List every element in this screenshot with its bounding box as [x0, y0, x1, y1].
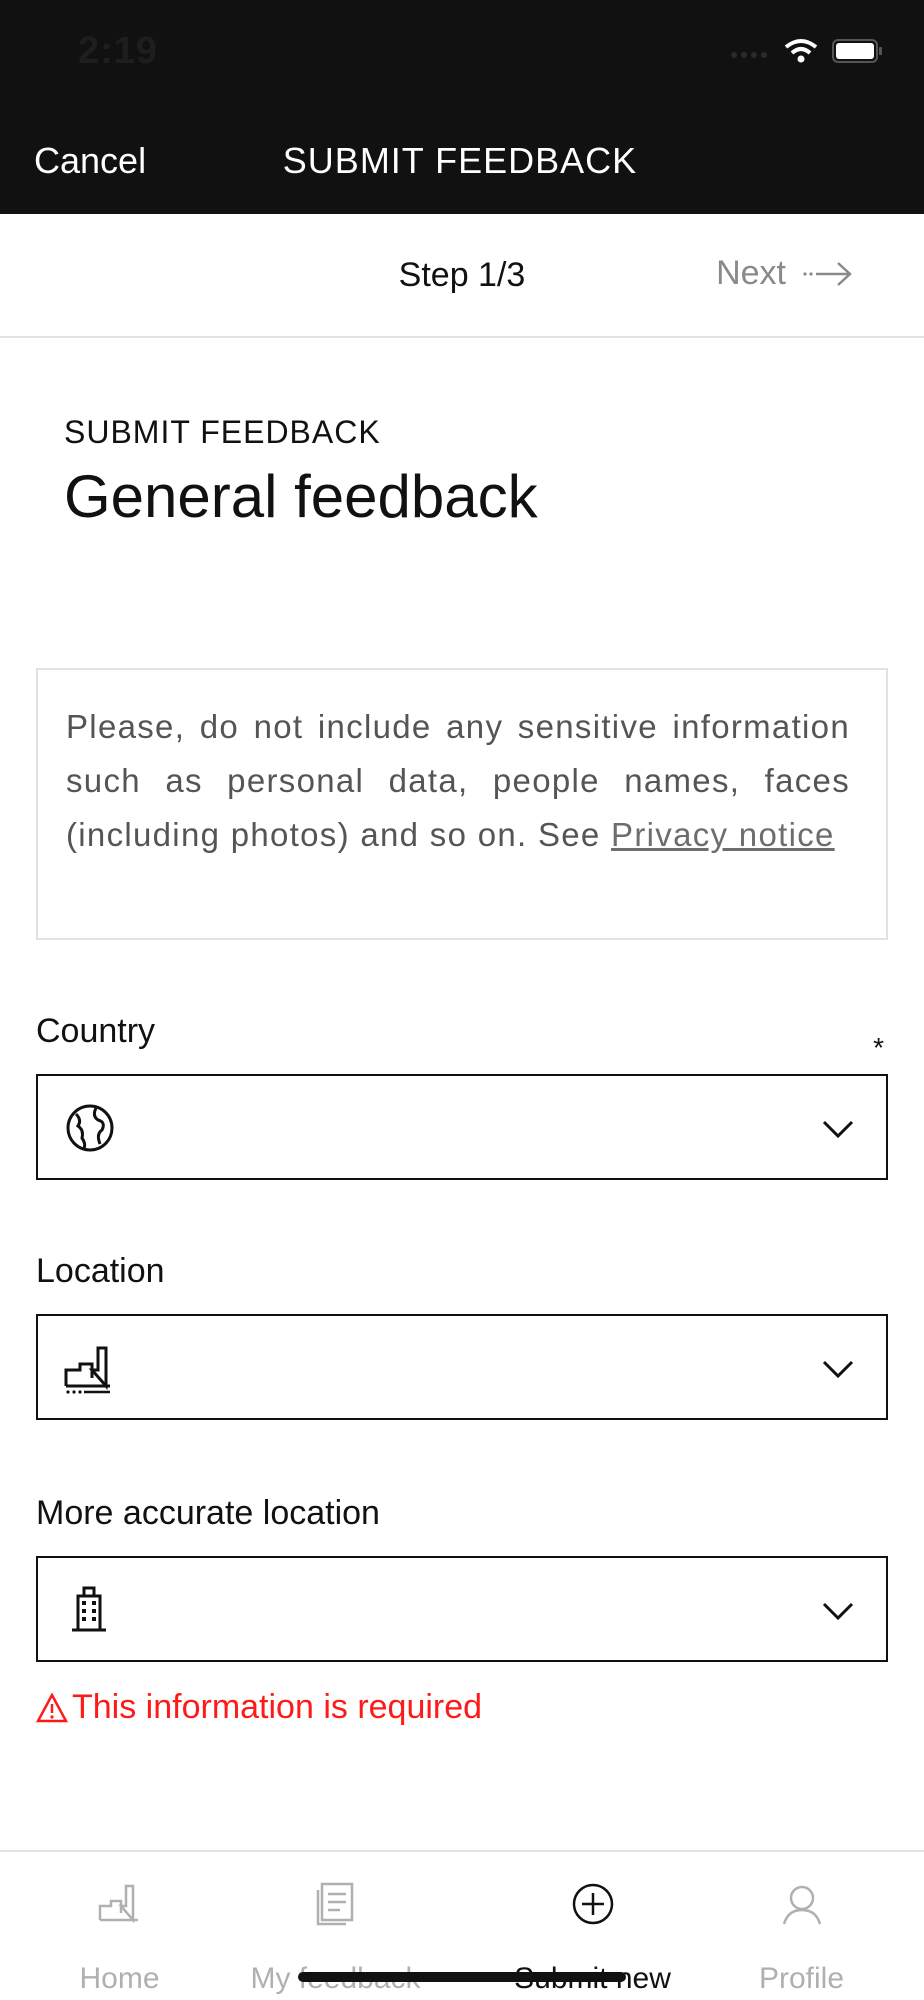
chevron-down-icon [822, 1602, 854, 1621]
status-time: 2:19 [78, 30, 159, 72]
warning-icon [36, 1692, 68, 1722]
building-icon [72, 1586, 106, 1632]
accurate-location-select[interactable] [36, 1556, 888, 1662]
document-icon [316, 1882, 353, 1926]
accurate-location-label: More accurate location [36, 1494, 380, 1532]
factory-icon [64, 1346, 110, 1394]
nav-bar: Cancel SUBMIT FEEDBACK [0, 110, 924, 214]
tab-profile-label: Profile [758, 1962, 845, 1995]
country-label: Country [36, 1012, 156, 1050]
notice-text-container: Please, do not include any sensitive inf… [66, 700, 850, 862]
error-text: This information is required [72, 1688, 483, 1726]
country-select[interactable] [36, 1074, 888, 1180]
step-bar: Step 1/3 Next [0, 214, 924, 338]
location-select[interactable] [36, 1314, 888, 1420]
tab-home-label: Home [79, 1962, 160, 1995]
globe-icon [66, 1104, 114, 1152]
factory-icon [98, 1884, 138, 1924]
next-button[interactable]: Next [716, 254, 854, 293]
page-title: General feedback [64, 463, 538, 530]
user-icon [782, 1885, 821, 1925]
chevron-down-icon [822, 1360, 854, 1379]
chevron-down-icon [822, 1120, 854, 1139]
location-label: Location [36, 1252, 165, 1290]
status-icons [730, 38, 884, 64]
tab-home[interactable]: Home [4, 1862, 235, 1995]
privacy-notice-link[interactable]: Privacy notice [611, 816, 835, 853]
home-indicator [298, 1972, 626, 1982]
required-star: * [873, 1032, 884, 1063]
nav-title: SUBMIT FEEDBACK [0, 140, 924, 182]
plus-circle-icon [572, 1883, 613, 1925]
nav-title-text: SUBMIT FEEDBACK [282, 140, 638, 181]
signal-icon [731, 52, 767, 58]
battery-icon [832, 39, 882, 63]
wifi-icon [784, 39, 818, 63]
validation-error: This information is required [36, 1688, 482, 1727]
section-kicker: SUBMIT FEEDBACK [64, 414, 381, 450]
privacy-notice: Please, do not include any sensitive inf… [36, 668, 888, 940]
next-label: Next [716, 254, 786, 292]
status-bar: 2:19 [0, 0, 924, 110]
arrow-right-icon [803, 261, 852, 286]
tab-profile[interactable]: Profile [686, 1862, 917, 1995]
